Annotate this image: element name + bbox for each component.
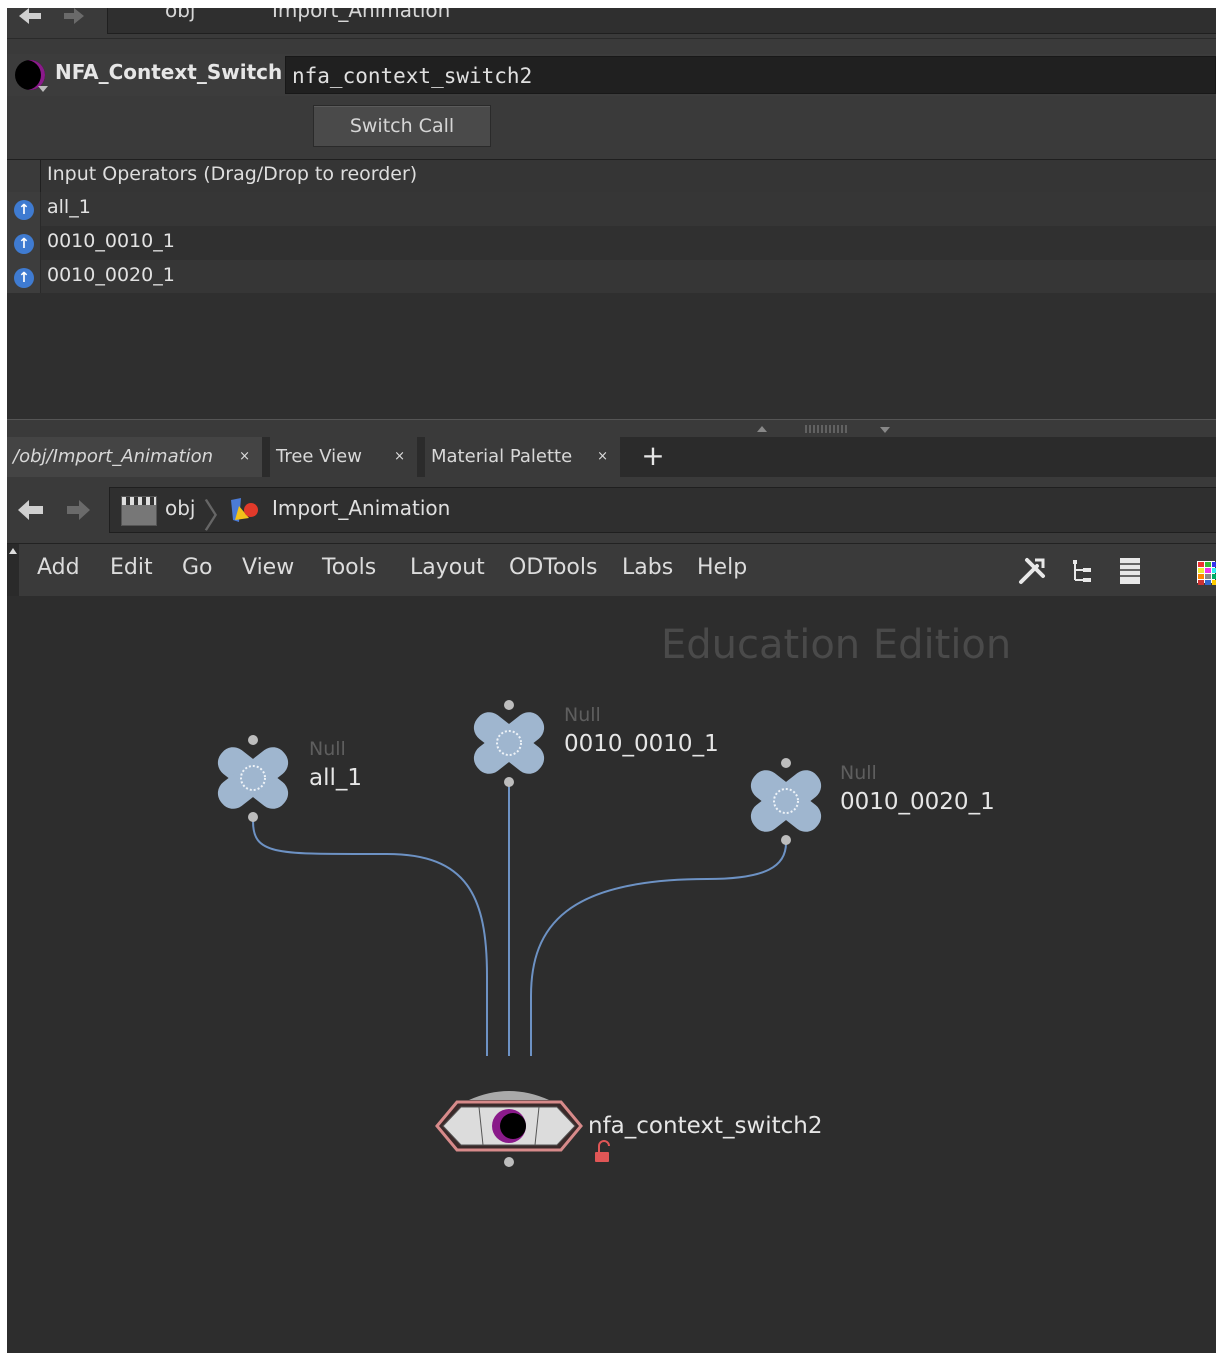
input-operators-empty-area [7,293,1216,419]
menu-add[interactable]: Add [37,555,80,580]
top-path-bar: obj Import_Animation [7,8,1216,39]
close-icon[interactable]: × [239,437,250,477]
tab-label: Tree View [276,446,362,467]
menu-view[interactable]: View [242,555,294,580]
tree-icon[interactable] [1067,556,1097,586]
menu-go[interactable]: Go [182,555,213,580]
up-arrow-icon[interactable]: ↑ [14,234,34,254]
forward-arrow-icon[interactable] [65,497,93,523]
input-operator-row[interactable]: ↑ 0010_0010_1 [7,226,1216,260]
network-menu-bar: Add Edit Go View Tools Layout ODTools La… [7,543,1216,597]
houdini-app: obj Import_Animation NFA_Context_Switch … [7,8,1216,1353]
input-operator-row[interactable]: ↑ 0010_0020_1 [7,260,1216,294]
input-operator-name: 0010_0020_1 [47,264,175,286]
row-handle: ↑ [7,192,41,226]
menu-tools[interactable]: Tools [322,555,376,580]
node-name-label[interactable]: 0010_0020_1 [840,789,995,815]
input-operator-row[interactable]: ↑ all_1 [7,192,1216,226]
row-handle: ↑ [7,226,41,260]
input-operators-header: Input Operators (Drag/Drop to reorder) [7,159,1216,193]
animation-icon [231,498,258,522]
null-node-0010-0020-1 [750,758,822,845]
collapse-up-icon[interactable] [757,426,767,432]
divider-grip-icon[interactable] [805,425,847,433]
null-node-all-1 [217,735,289,822]
node-type-label: NFA_Context_Switch [55,60,283,84]
tab-network-editor[interactable]: /obj/Import_Animation × [7,437,262,477]
pane-divider[interactable] [7,419,1216,438]
obj-icon [121,496,157,526]
add-tab-button[interactable]: + [637,437,669,477]
input-operator-name: 0010_0010_1 [47,230,175,252]
menu-help[interactable]: Help [697,555,747,580]
node-name-field[interactable]: nfa_context_switch2 [285,56,1216,94]
menu-odtools[interactable]: ODTools [509,555,597,580]
row-handle: ↑ [7,260,41,294]
menu-labs[interactable]: Labs [622,555,673,580]
input-operator-name: all_1 [47,196,91,218]
menu-layout[interactable]: Layout [410,555,485,580]
pane-expand-handle[interactable] [7,544,19,596]
close-icon[interactable]: × [394,437,405,477]
breadcrumb-current[interactable]: Import_Animation [272,496,450,520]
menu-edit[interactable]: Edit [110,555,153,580]
null-node-0010-0010-1 [473,700,545,787]
input-operators-title: Input Operators (Drag/Drop to reorder) [47,163,418,185]
node-type-label: Null [564,704,601,726]
up-arrow-icon[interactable]: ↑ [14,200,34,220]
back-arrow-icon[interactable] [15,8,43,26]
back-arrow-icon[interactable] [15,497,45,523]
color-palette-icon[interactable] [1197,561,1216,585]
close-icon[interactable]: × [597,437,608,477]
wire-all-1 [252,820,488,1056]
up-arrow-icon[interactable]: ↑ [14,268,34,288]
tab-label: /obj/Import_Animation [13,446,214,467]
node-name-label[interactable]: all_1 [309,765,362,791]
network-path-bar: obj 〉 Import_Animation [7,479,1216,541]
top-breadcrumb-current[interactable]: Import_Animation [272,8,450,22]
tools-icon[interactable] [1017,556,1047,586]
switch-call-button[interactable]: Switch Call [313,105,491,147]
pane-tabs: /obj/Import_Animation × Tree View × Mate… [7,437,1216,477]
network-canvas [217,700,822,1167]
switch-node-name-label[interactable]: nfa_context_switch2 [588,1113,823,1139]
tab-tree-view[interactable]: Tree View × [270,437,417,477]
switch-node [435,1091,583,1167]
list-icon[interactable] [1115,556,1145,586]
node-type-dropdown-icon[interactable] [38,86,48,92]
node-type-label: Null [309,738,346,760]
node-type-label: Null [840,762,877,784]
breadcrumb-obj[interactable]: obj [165,496,196,520]
forward-arrow-icon[interactable] [62,8,88,26]
collapse-down-icon[interactable] [880,427,890,433]
node-name-label[interactable]: 0010_0010_1 [564,731,719,757]
input-operators-corner [7,160,41,192]
wire-0010-0020-1 [530,842,787,1056]
top-breadcrumb-obj[interactable]: obj [165,8,196,22]
tab-label: Material Palette [431,446,573,467]
tab-material-palette[interactable]: Material Palette × [425,437,620,477]
lock-icon [595,1140,610,1162]
network-editor[interactable]: Education Edition Null all_1 Null 0010_0… [7,596,1216,1353]
